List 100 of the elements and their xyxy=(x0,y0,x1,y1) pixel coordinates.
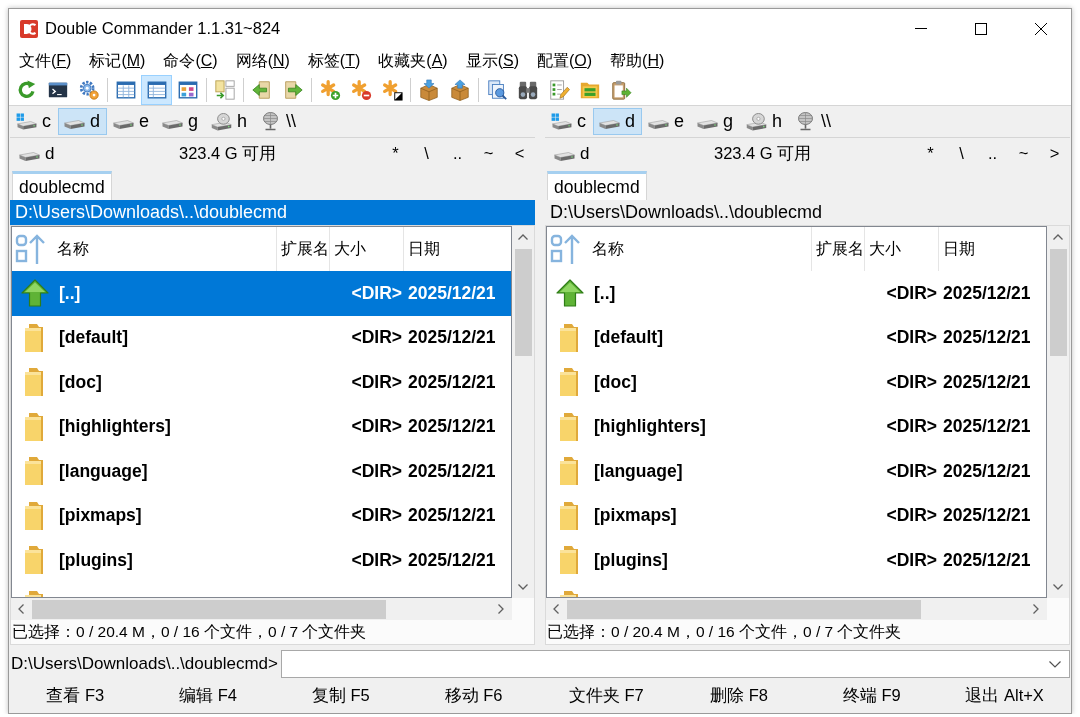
file-row[interactable]: [pixmaps] <DIR> 2025/12/21 xyxy=(12,493,511,538)
path-shortcut-button[interactable]: < xyxy=(504,140,535,167)
menu-item[interactable]: 帮助(H) xyxy=(601,48,674,74)
path-shortcut-button[interactable]: * xyxy=(915,140,946,167)
drive-button[interactable]: c xyxy=(10,108,58,135)
table-view-button[interactable] xyxy=(141,74,172,105)
chevron-right-icon xyxy=(1033,604,1039,614)
function-key-button[interactable]: 移动 F6 xyxy=(407,681,540,711)
file-row[interactable]: [doc] <DIR> 2025/12/21 xyxy=(547,360,1046,405)
chevron-left-icon xyxy=(18,604,24,614)
menu-item[interactable]: 网络(N) xyxy=(226,48,299,74)
drive-button[interactable]: h xyxy=(205,108,255,135)
menu-item[interactable]: 文件(F) xyxy=(10,48,81,74)
file-name: [highlighters] xyxy=(594,416,707,438)
menu-item[interactable]: 命令(C) xyxy=(154,48,227,74)
minimize-icon xyxy=(915,28,927,29)
horizontal-scrollbar[interactable] xyxy=(11,598,512,620)
drive-button[interactable]: d xyxy=(58,108,107,135)
current-drive-button[interactable]: d xyxy=(19,140,179,167)
file-date: 2025/12/21 xyxy=(942,282,1031,304)
file-row[interactable]: [pixmaps] <DIR> 2025/12/21 xyxy=(547,493,1046,538)
file-date: 2025/12/21 xyxy=(407,416,496,438)
command-input[interactable] xyxy=(280,650,1070,678)
drive-button[interactable]: g xyxy=(156,108,206,135)
folder-tab[interactable]: doublecmd xyxy=(12,171,112,200)
menu-item[interactable]: 配置(O) xyxy=(527,48,602,74)
path-shortcut-button[interactable]: ~ xyxy=(473,140,504,167)
arrow-left-icon xyxy=(250,78,273,101)
drive-button[interactable]: e xyxy=(107,108,157,135)
current-drive-button[interactable]: d xyxy=(554,140,714,167)
file-row[interactable]: [..] <DIR> 2025/12/21 xyxy=(12,271,511,316)
file-name: [..] xyxy=(59,282,82,304)
disc-drive-icon xyxy=(211,112,233,131)
path-shortcut-button[interactable]: \ xyxy=(411,140,442,167)
file-row[interactable]: [doc] <DIR> 2025/12/21 xyxy=(12,360,511,405)
file-row[interactable]: [plugins] <DIR> 2025/12/21 xyxy=(12,538,511,583)
function-key-button[interactable]: 编辑 F4 xyxy=(141,681,275,711)
scrollbar-thumb[interactable] xyxy=(567,599,921,619)
file-row[interactable]: [..] <DIR> 2025/12/21 xyxy=(547,271,1046,316)
drive-icon xyxy=(648,120,669,130)
file-row[interactable]: [language] <DIR> 2025/12/21 xyxy=(547,449,1046,494)
drive-button[interactable]: \\ xyxy=(789,108,839,135)
column-header[interactable]: 日期 xyxy=(404,227,511,271)
menu-item[interactable]: 标签(T) xyxy=(298,48,370,74)
file-date: 2025/12/21 xyxy=(942,416,1031,438)
menu-item[interactable]: 收藏夹(A) xyxy=(369,48,457,74)
file-size: <DIR> xyxy=(350,416,403,438)
path-shortcut-button[interactable]: > xyxy=(1039,140,1070,167)
file-row[interactable]: [plugins] <DIR> 2025/12/21 xyxy=(547,538,1046,583)
function-key-button[interactable]: 查看 F3 xyxy=(9,681,142,711)
file-row[interactable]: [language] <DIR> 2025/12/21 xyxy=(12,449,511,494)
function-key-button[interactable]: 终端 F9 xyxy=(805,681,939,711)
drive-button[interactable]: g xyxy=(691,108,741,135)
file-row[interactable]: [highlighters] <DIR> 2025/12/21 xyxy=(547,404,1046,449)
file-date: 2025/12/21 xyxy=(407,549,496,571)
folder-tab[interactable]: doublecmd xyxy=(547,171,647,200)
function-key-button[interactable]: 文件夹 F7 xyxy=(540,681,673,711)
drive-button[interactable]: \\ xyxy=(254,108,304,135)
file-name: [plugins] xyxy=(59,549,134,571)
clipboard-arrow-icon xyxy=(609,78,632,101)
path-shortcut-button[interactable]: .. xyxy=(442,140,473,167)
file-date: 2025/12/21 xyxy=(407,460,496,482)
file-row[interactable]: [highlighters] <DIR> 2025/12/21 xyxy=(12,404,511,449)
function-key-button[interactable]: 删除 F8 xyxy=(672,681,806,711)
path-shortcut-button[interactable]: \ xyxy=(946,140,977,167)
column-header[interactable]: 名称 xyxy=(547,227,812,271)
drive-icon xyxy=(162,120,184,130)
function-key-button[interactable]: 退出 Alt+X xyxy=(938,681,1071,711)
path-shortcut-button[interactable]: * xyxy=(380,140,411,167)
file-row[interactable]: [default] <DIR> 2025/12/21 xyxy=(12,315,511,360)
vertical-scrollbar[interactable] xyxy=(1047,226,1069,598)
file-row[interactable]: [default] <DIR> 2025/12/21 xyxy=(547,315,1046,360)
drive-button[interactable]: e xyxy=(642,108,692,135)
file-name: [default] xyxy=(594,327,665,349)
file-size: <DIR> xyxy=(350,460,403,482)
path-shortcut-button[interactable]: ~ xyxy=(1008,140,1039,167)
file-size: <DIR> xyxy=(885,505,938,527)
drive-button[interactable]: c xyxy=(545,108,593,135)
file-name: [highlighters] xyxy=(59,416,172,438)
path-shortcut-button[interactable]: .. xyxy=(977,140,1008,167)
drive-icon xyxy=(19,152,40,162)
file-name: [pixmaps] xyxy=(59,505,143,527)
file-date: 2025/12/21 xyxy=(942,327,1031,349)
menu-item[interactable]: 显示(S) xyxy=(456,48,528,74)
menu-item[interactable]: 标记(M) xyxy=(80,48,155,74)
chevron-left-icon xyxy=(553,604,559,614)
asterisk-icon xyxy=(380,78,403,101)
network-globe-icon xyxy=(263,112,279,131)
function-key-button[interactable]: 复制 F5 xyxy=(274,681,408,711)
horizontal-scrollbar[interactable] xyxy=(546,598,1047,620)
vertical-scrollbar[interactable] xyxy=(512,226,534,598)
scrollbar-thumb[interactable] xyxy=(514,249,532,356)
column-header[interactable]: 大小 xyxy=(865,227,939,271)
column-header[interactable]: 日期 xyxy=(939,227,1046,271)
scrollbar-thumb[interactable] xyxy=(32,599,386,619)
drive-button[interactable]: h xyxy=(740,108,790,135)
path-bar[interactable]: D:\Users\Downloads\..\doublecmd xyxy=(10,200,535,225)
drive-button[interactable]: d xyxy=(593,108,642,135)
scrollbar-thumb[interactable] xyxy=(1049,249,1067,356)
column-header[interactable]: 扩展名 xyxy=(812,227,865,271)
